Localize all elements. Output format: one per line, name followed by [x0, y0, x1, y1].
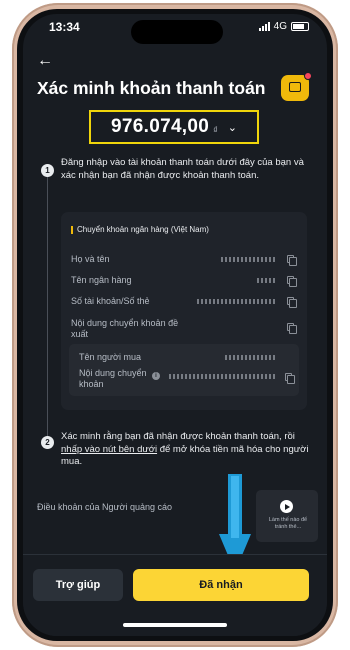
step-2-badge: 2: [41, 436, 54, 449]
signal-icon: [258, 22, 270, 31]
step-1-badge: 1: [41, 164, 54, 177]
home-indicator: [123, 623, 227, 627]
play-icon: [280, 500, 293, 513]
field-label-account-number: Số tài khoản/Số thẻ: [71, 296, 150, 306]
copy-icon[interactable]: [287, 276, 297, 287]
payment-received-button[interactable]: Đã nhận: [133, 569, 309, 601]
status-time: 13:34: [49, 20, 80, 34]
chat-button[interactable]: [281, 72, 312, 101]
copy-icon[interactable]: [287, 323, 297, 334]
network-label: 4G: [273, 21, 287, 32]
copy-icon[interactable]: [287, 255, 297, 266]
payment-method-label: Chuyển khoản ngân hàng (Việt Nam): [77, 225, 209, 234]
redacted-value: [257, 278, 277, 283]
field-label-buyer-transfer-note: Nội dung chuyển khoản: [79, 368, 147, 389]
dynamic-island: [131, 20, 223, 44]
page-title: Xác minh khoản thanh toán: [37, 78, 266, 98]
amount-value: 976.074,00: [111, 116, 210, 137]
amount-display[interactable]: 976.074,00 ₫ ⌄: [89, 110, 259, 144]
step-2-link[interactable]: nhấp vào nút bên dưới: [61, 444, 157, 455]
redacted-value: [169, 374, 277, 379]
field-label-transfer-note: Nội dung chuyển khoản đề xuất: [71, 318, 179, 339]
step-2-text-start: Xác minh rằng bạn đã nhận được khoản tha…: [61, 431, 295, 442]
redacted-value: [197, 299, 277, 304]
field-label-bank-name: Tên ngân hàng: [71, 275, 132, 285]
help-button[interactable]: Trợ giúp: [33, 569, 123, 601]
step-connector: [47, 172, 48, 442]
help-video-card[interactable]: Làm thế nào để tránh thẻ...: [256, 490, 318, 542]
payment-details-card: Chuyển khoản ngân hàng (Việt Nam) Họ và …: [61, 212, 307, 410]
battery-icon: [291, 22, 309, 31]
status-indicators: 4G: [258, 21, 309, 32]
field-label-buyer-name: Tên người mua: [79, 352, 141, 362]
copy-icon[interactable]: [285, 373, 295, 384]
payment-method: Chuyển khoản ngân hàng (Việt Nam): [71, 225, 209, 234]
chevron-down-icon[interactable]: ⌄: [228, 121, 237, 134]
method-marker: [71, 225, 73, 234]
field-label-full-name: Họ và tên: [71, 254, 110, 264]
back-arrow-icon[interactable]: ←: [37, 52, 53, 70]
chat-icon: [289, 82, 301, 92]
redacted-value: [225, 355, 277, 360]
bottom-action-bar: Trợ giúp Đã nhận: [23, 554, 327, 636]
status-bar: 13:34 4G: [23, 14, 327, 44]
buyer-info-card: Tên người mua Nội dung chuyển khoản i: [69, 344, 299, 396]
step-2-text: Xác minh rằng bạn đã nhận được khoản tha…: [61, 431, 311, 469]
redacted-value: [221, 257, 277, 262]
info-icon[interactable]: i: [152, 372, 160, 380]
step-1-text: Đăng nhập vào tài khoản thanh toán dưới …: [61, 157, 304, 181]
currency-symbol: ₫: [213, 125, 218, 135]
notification-dot: [304, 72, 312, 80]
copy-icon[interactable]: [287, 297, 297, 308]
advertiser-terms[interactable]: Điều khoản của Người quảng cáo: [37, 502, 172, 512]
video-caption: Làm thế nào để tránh thẻ...: [268, 517, 308, 530]
app-screen: 13:34 4G ← Xác minh khoản thanh toán 976…: [23, 14, 327, 636]
